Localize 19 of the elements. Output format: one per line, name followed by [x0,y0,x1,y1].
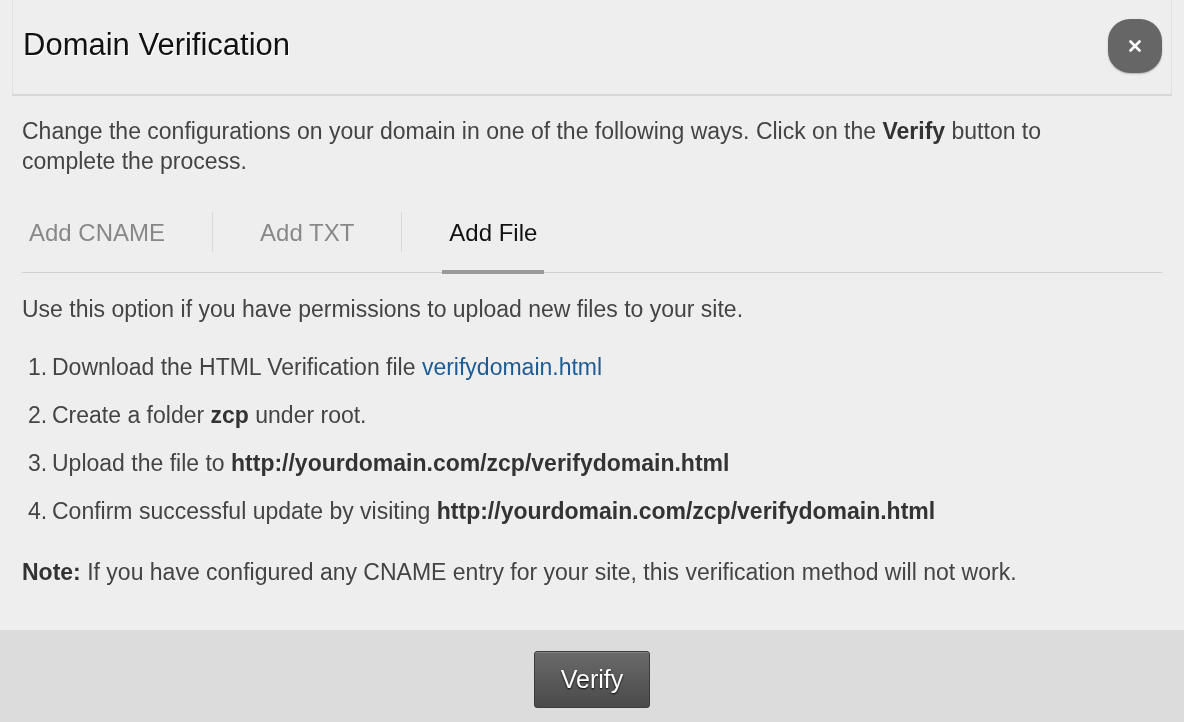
step-text: Upload the file to http://yourdomain.com/zcp/verifydomain.html [52,449,730,478]
note-text: Note: If you have configured any CNAME entry for your site, this verification method will not work. [22,558,1018,587]
tab[interactable]: Add File [442,200,545,274]
step-text: Create a folder zcp under root. [52,401,367,430]
step-text: Download the HTML Verification file verifydomain.html [52,353,603,382]
file-link[interactable]: verifydomain.html [421,354,603,380]
step-text: Confirm successful update by visiting http://yourdomain.com/zcp/verifydomain.html [52,497,936,526]
step-number: 1. [28,353,49,382]
dialog-title: Domain Verification [23,27,291,63]
option-description: Use this option if you have permissions to upload new files to your site. [22,295,745,324]
close-icon [1129,40,1141,52]
intro-text: Change the configurations on your domain in one of the following ways. Click on the Verify button to complete the process. [22,117,1043,176]
tab[interactable]: Add CNAME [22,200,173,272]
step-number: 4. [28,497,49,526]
step-number: 3. [28,449,49,478]
step-number: 2. [28,401,49,430]
tab[interactable]: Add TXT [253,200,362,272]
close-button[interactable] [1108,19,1162,73]
verify-button[interactable]: Verify [534,651,650,708]
